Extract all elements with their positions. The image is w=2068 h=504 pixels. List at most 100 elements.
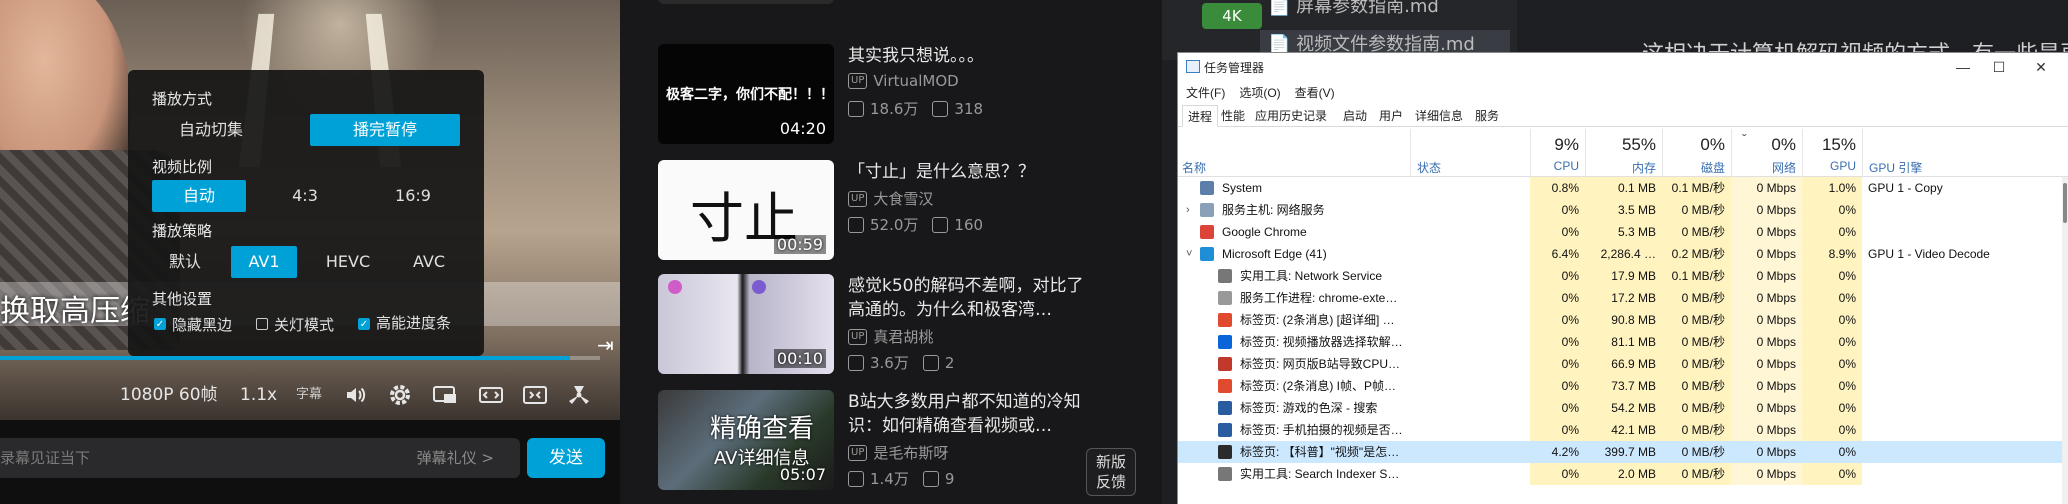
progress-bar[interactable] xyxy=(0,356,600,360)
send-danmaku-button[interactable]: 发送 xyxy=(527,438,605,478)
recommendation-item[interactable]: 00:10 感觉k50的解码不差啊，对比了高通的。为什么和极客湾… UP 真君胡桃… xyxy=(658,274,1158,374)
strategy-option[interactable]: 默认 xyxy=(152,246,218,278)
column-disk[interactable]: 0% 磁盘 xyxy=(1662,129,1731,177)
process-row[interactable]: ˅ Microsoft Edge (41) 6.4% 2,286.4 … 0.2 MB/… xyxy=(1178,243,2068,265)
previous-thumbnail[interactable] xyxy=(658,0,834,4)
video-thumbnail[interactable]: 寸止 00:59 xyxy=(658,160,834,260)
video-thumbnail[interactable]: 00:10 xyxy=(658,274,834,374)
process-gpu-cell: 8.9% xyxy=(1802,243,1862,265)
scrollbar[interactable] xyxy=(2062,177,2068,504)
video-title[interactable]: 其实我只想说。。。 xyxy=(848,44,1098,68)
picture-in-picture-icon[interactable] xyxy=(432,378,458,412)
column-cpu[interactable]: 9% CPU xyxy=(1530,129,1585,177)
play-mode-option[interactable]: 自动切集 xyxy=(156,114,266,146)
quality-button[interactable]: 1080P 60帧 xyxy=(120,378,218,412)
menu-options[interactable]: 选项(O) xyxy=(1239,84,1280,101)
hide-black-bars-checkbox[interactable]: ✓ 隐藏黑边 xyxy=(154,314,232,335)
volume-icon[interactable] xyxy=(344,378,368,412)
feedback-button[interactable]: 新版 反馈 xyxy=(1086,448,1136,496)
process-row[interactable]: 实用工具: Search Indexer S… 0% 2.0 MB 0 MB/秒 0 M… xyxy=(1178,463,2068,485)
aspect-ratio-option[interactable]: 16:9 xyxy=(366,180,460,212)
progress-handle-icon[interactable]: ⇥ xyxy=(597,333,614,357)
process-cpu-cell: 0% xyxy=(1530,353,1585,375)
uploader[interactable]: UP 真君胡桃 xyxy=(848,326,933,347)
danmaku-input[interactable]: 录幕见证当下 弹幕礼仪 > xyxy=(0,438,520,478)
up-tag-icon: UP xyxy=(848,328,868,345)
process-row[interactable]: 标签页: (2条消息) [超详细] … 0% 90.8 MB 0 MB/秒 0 Mbps… xyxy=(1178,309,2068,331)
process-row[interactable]: System 0.8% 0.1 MB 0.1 MB/秒 0 Mbps 1.0% GPU 1 … xyxy=(1178,177,2068,199)
lights-off-checkbox[interactable]: 关灯模式 xyxy=(256,314,334,335)
process-row[interactable]: 标签页: 【科普】"视频"是怎… 4.2% 399.7 MB 0 MB/秒 0 Mbps… xyxy=(1178,441,2068,463)
title-bar[interactable]: 任务管理器 — ☐ ✕ xyxy=(1178,53,2068,81)
aspect-ratio-option[interactable]: 4:3 xyxy=(258,180,352,212)
column-network[interactable]: ˇ 0% 网络 xyxy=(1731,129,1802,177)
strategy-option[interactable]: HEVC xyxy=(308,246,388,278)
play-count: 52.0万 xyxy=(870,216,919,234)
fullscreen-icon[interactable] xyxy=(522,378,548,412)
video-stats: 52.0万 160 xyxy=(848,214,983,235)
process-row[interactable]: 标签页: 网页版B站导致CPU… 0% 66.9 MB 0 MB/秒 0 Mbps 0% xyxy=(1178,353,2068,375)
tab-services[interactable]: 服务 xyxy=(1470,105,1504,127)
process-row[interactable]: 服务工作进程: chrome-exte… 0% 17.2 MB 0 MB/秒 0 Mbp… xyxy=(1178,287,2068,309)
scrollbar-thumb[interactable] xyxy=(2063,183,2067,223)
play-mode-option[interactable]: 播完暂停 xyxy=(310,114,460,146)
video-title[interactable]: 感觉k50的解码不差啊，对比了高通的。为什么和极客湾… xyxy=(848,274,1098,322)
process-gpu-engine-cell xyxy=(1868,287,2058,309)
column-label: CPU xyxy=(1553,159,1579,173)
expand-chevron-icon[interactable]: › xyxy=(1186,199,1190,221)
column-gpu[interactable]: 15% GPU xyxy=(1802,129,1862,177)
menu-file[interactable]: 文件(F) xyxy=(1186,84,1225,101)
disk-total: 0% xyxy=(1700,135,1725,154)
recommendation-item[interactable]: 精确查看 AV详细信息 05:07 B站大多数用户都不知道的冷知识：如何精确查看… xyxy=(658,390,1158,490)
process-row[interactable]: 标签页: 游戏的色深 - 搜索 0% 54.2 MB 0 MB/秒 0 Mbps 0% xyxy=(1178,397,2068,419)
strategy-option[interactable]: AV1 xyxy=(231,246,297,278)
gear-icon[interactable] xyxy=(388,378,412,412)
speed-button[interactable]: 1.1x xyxy=(240,378,277,412)
process-name: 服务工作进程: chrome-exte… xyxy=(1240,291,1398,305)
video-title[interactable]: 「寸止」是什么意思？？ xyxy=(848,160,1098,184)
danmaku-count-icon xyxy=(922,354,939,371)
tab-users[interactable]: 用户 xyxy=(1374,105,1408,127)
maximize-button[interactable]: ☐ xyxy=(1984,55,2014,79)
column-status[interactable]: 状态 xyxy=(1410,129,1530,177)
danmaku-etiquette-link[interactable]: 弹幕礼仪 > xyxy=(417,438,494,478)
process-row[interactable]: 标签页: 视频播放器选择软解… 0% 81.1 MB 0 MB/秒 0 Mbps 0% xyxy=(1178,331,2068,353)
process-gpu-engine-cell xyxy=(1868,309,2058,331)
video-thumbnail[interactable]: 精确查看 AV详细信息 05:07 xyxy=(658,390,834,490)
video-thumbnail[interactable]: 极客二字，你们不配！！！ 04:20 xyxy=(658,44,834,144)
tab-details[interactable]: 详细信息 xyxy=(1410,105,1468,127)
tab-processes[interactable]: 进程 xyxy=(1182,105,1219,127)
radiation-icon[interactable] xyxy=(566,378,592,412)
expand-chevron-icon[interactable]: ˅ xyxy=(1186,243,1192,265)
menu-view[interactable]: 查看(V) xyxy=(1295,84,1335,101)
column-gpu-engine[interactable]: GPU 引擎 xyxy=(1862,129,2068,177)
sort-arrow-icon: ˇ xyxy=(1742,131,1747,147)
column-name[interactable]: 名称 xyxy=(1182,159,1206,176)
aspect-ratio-option[interactable]: 自动 xyxy=(152,180,246,212)
process-mem-cell: 5.3 MB xyxy=(1585,221,1662,243)
highlight-progress-checkbox[interactable]: ✓ 高能进度条 xyxy=(358,314,468,332)
process-row[interactable]: 实用工具: Network Service 0% 17.9 MB 0.1 MB/秒 0 … xyxy=(1178,265,2068,287)
recommendation-item[interactable]: 极客二字，你们不配！！！ 04:20 其实我只想说。。。 UP VirtualMO… xyxy=(658,44,1158,144)
uploader[interactable]: UP 大食雪汉 xyxy=(848,188,933,209)
video-title[interactable]: B站大多数用户都不知道的冷知识：如何精确查看视频或… xyxy=(848,390,1098,438)
column-memory[interactable]: 55% 内存 xyxy=(1585,129,1662,177)
process-gpu-engine-cell: GPU 1 - Video Decode xyxy=(1868,247,1990,261)
minimize-button[interactable]: — xyxy=(1948,55,1978,79)
video-stats: 1.4万 9 xyxy=(848,468,954,489)
tab-performance[interactable]: 性能 xyxy=(1216,105,1250,127)
strategy-option[interactable]: AVC xyxy=(394,246,464,278)
file-item[interactable]: 📄 屏幕参数指南.md xyxy=(1260,0,1510,22)
process-row[interactable]: 标签页: (2条消息) I帧、P帧… 0% 73.7 MB 0 MB/秒 0 Mbps 0… xyxy=(1178,375,2068,397)
process-row[interactable]: › 服务主机: 网络服务 0% 3.5 MB 0 MB/秒 0 Mbps 0% xyxy=(1178,199,2068,221)
uploader[interactable]: UP VirtualMOD xyxy=(848,72,959,90)
tab-app-history[interactable]: 应用历史记录 xyxy=(1250,105,1332,127)
process-row[interactable]: 标签页: 手机拍摄的视频是否… 0% 42.1 MB 0 MB/秒 0 Mbps 0% xyxy=(1178,419,2068,441)
tab-startup[interactable]: 启动 xyxy=(1338,105,1372,127)
process-row[interactable]: Google Chrome 0% 5.3 MB 0 MB/秒 0 Mbps 0% xyxy=(1178,221,2068,243)
subtitle-button[interactable]: 字幕 xyxy=(296,378,322,412)
uploader[interactable]: UP 是毛布斯呀 xyxy=(848,442,948,463)
close-button[interactable]: ✕ xyxy=(2026,55,2056,79)
recommendation-item[interactable]: 寸止 00:59 「寸止」是什么意思？？ UP 大食雪汉 52.0万 160 xyxy=(658,160,1158,260)
widescreen-icon[interactable] xyxy=(478,378,504,412)
